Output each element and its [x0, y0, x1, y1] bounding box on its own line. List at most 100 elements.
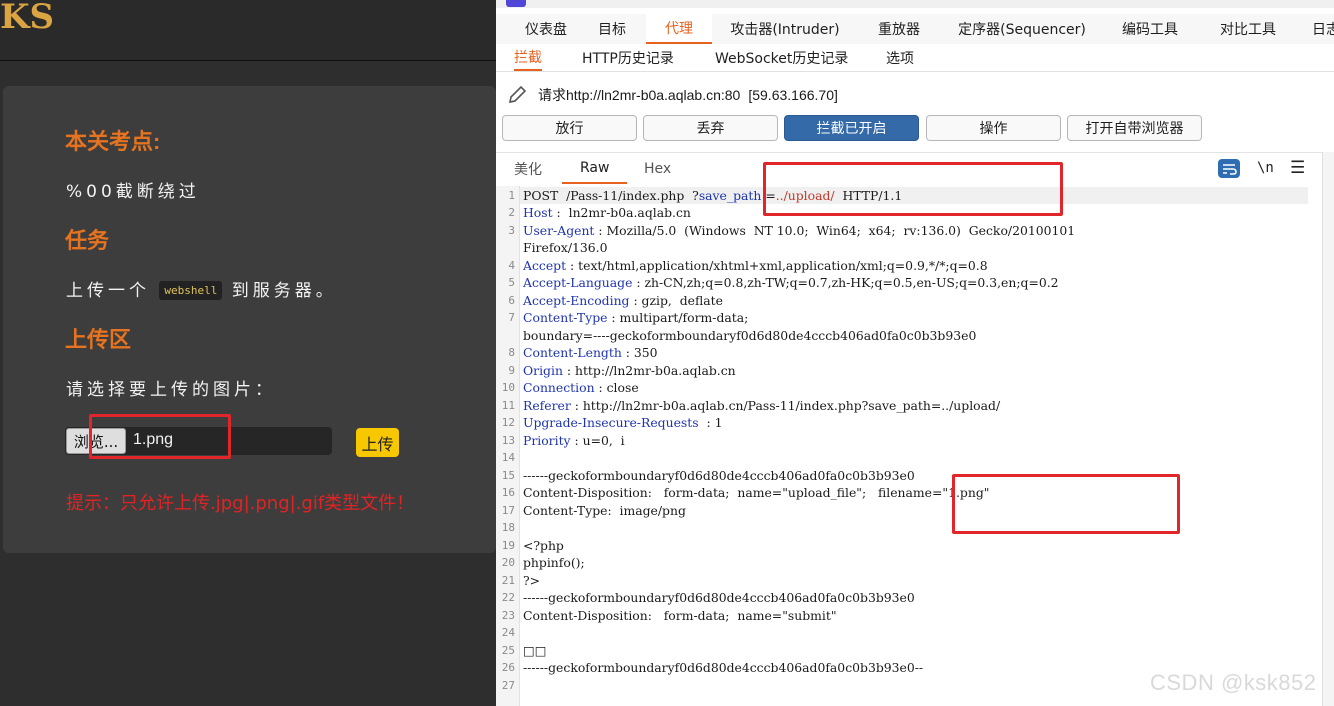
tab-options[interactable]: 选项: [886, 44, 914, 71]
tab-repeater[interactable]: 重放器: [866, 14, 932, 44]
browse-button[interactable]: 浏览...: [66, 428, 126, 454]
challenge-panel: [3, 86, 496, 553]
task-text: 上传一个 webshell 到服务器。: [66, 276, 337, 301]
body-content-disposition-file: Content-Disposition: form-data; name="up…: [523, 485, 990, 500]
line-number: 2: [508, 206, 515, 219]
body-boundary: ------geckoformboundaryf0d6d80de4cccb406…: [523, 468, 915, 483]
line-number: 8: [508, 346, 515, 359]
section-title-task: 任务: [65, 228, 110, 253]
request-ip: [59.63.166.70]: [748, 87, 838, 103]
header-content-type-boundary: boundary=----geckoformboundaryf0d6d80de4…: [523, 328, 977, 343]
line-number: 22: [501, 591, 515, 604]
file-input[interactable]: 浏览... 1.png: [65, 427, 332, 455]
line-number: 4: [508, 259, 515, 272]
header-user-agent-cont: Firefox/136.0: [523, 240, 608, 255]
line-number: 21: [501, 574, 515, 587]
intercept-toggle-button[interactable]: 拦截已开启: [784, 115, 919, 141]
line-number: 11: [501, 399, 515, 412]
raw-request-editor[interactable]: 1 2 3 4 5 6 7 8 9 10 11 12 13 14 15 16 1…: [496, 186, 1322, 706]
request-line: POST /Pass-11/index.php ?save_path =../u…: [523, 188, 903, 203]
upload-hint: 提示：只允许上传.jpg|.png|.gif类型文件！: [66, 493, 415, 514]
action-button[interactable]: 操作: [926, 115, 1061, 141]
upload-button[interactable]: 上传: [356, 428, 399, 457]
line-number: 7: [508, 311, 515, 324]
line-number: 17: [501, 504, 515, 517]
header-origin: Origin : http://ln2mr-b0a.aqlab.cn: [523, 363, 736, 378]
message-editor-tabs: 美化 Raw Hex \n ☰: [496, 152, 1322, 184]
line-number: 9: [508, 364, 515, 377]
task-prefix: 上传一个: [66, 281, 150, 301]
csdn-watermark: CSDN @ksk852: [1150, 670, 1317, 695]
editor-menu-icon[interactable]: ☰: [1290, 158, 1305, 178]
tab-comparer[interactable]: 对比工具: [1208, 14, 1288, 44]
proxy-sub-tab-bar: 拦截 HTTP历史记录 WebSocket历史记录 选项: [496, 44, 1334, 72]
wrap-lines-icon[interactable]: [1218, 159, 1240, 178]
tab-sequencer[interactable]: 定序器(Sequencer): [954, 14, 1090, 44]
tab-websocket-history[interactable]: WebSocket历史记录: [715, 44, 848, 71]
tab-target[interactable]: 目标: [588, 14, 636, 44]
page-header: KS: [0, 0, 496, 61]
tab-pretty[interactable]: 美化: [514, 153, 542, 184]
header-upgrade-insecure: Upgrade-Insecure-Requests : 1: [523, 415, 723, 430]
section-title-upload-area: 上传区: [65, 327, 132, 352]
header-priority: Priority : u=0, i: [523, 433, 625, 448]
line-number: 6: [508, 294, 515, 307]
header-connection: Connection : close: [523, 380, 639, 395]
section-title-key-point: 本关考点:: [65, 129, 161, 154]
open-browser-button[interactable]: 打开自带浏览器: [1067, 115, 1202, 141]
line-number: 27: [501, 679, 515, 692]
newline-toggle-icon[interactable]: \n: [1257, 160, 1274, 176]
body-boundary-end: ------geckoformboundaryf0d6d80de4cccb406…: [523, 660, 924, 675]
pencil-icon[interactable]: [506, 84, 528, 106]
task-suffix: 到服务器。: [231, 281, 337, 301]
line-number: 16: [501, 486, 515, 499]
header-accept: Accept : text/html,application/xhtml+xml…: [523, 258, 988, 273]
burp-app-icon: [506, 0, 526, 7]
header-content-type: Content-Type : multipart/form-data;: [523, 310, 749, 325]
body-php-code: phpinfo();: [523, 555, 585, 570]
drop-button[interactable]: 丢弃: [643, 115, 778, 141]
menu-bar: [496, 0, 1334, 8]
request-target-line: 请求http://ln2mr-b0a.aqlab.cn:80 [59.63.16…: [506, 84, 838, 106]
key-point-text: %00截断绕过: [66, 182, 200, 202]
forward-button[interactable]: 放行: [502, 115, 637, 141]
line-number: 24: [501, 626, 515, 639]
header-accept-encoding: Accept-Encoding : gzip, deflate: [523, 293, 723, 308]
line-number: 20: [501, 556, 515, 569]
task-code-chip: webshell: [159, 281, 223, 300]
line-number: 25: [501, 644, 515, 657]
tab-logger[interactable]: 日志: [1306, 14, 1334, 44]
tab-intercept[interactable]: 拦截: [514, 44, 542, 71]
tab-proxy[interactable]: 代理: [646, 14, 712, 44]
main-tab-bar: 仪表盘 目标 代理 攻击器(Intruder) 重放器 定序器(Sequence…: [496, 14, 1334, 44]
line-number: 15: [501, 469, 515, 482]
body-content-type: Content-Type: image/png: [523, 503, 686, 518]
tab-intruder[interactable]: 攻击器(Intruder): [724, 14, 846, 44]
tab-decoder[interactable]: 编码工具: [1110, 14, 1190, 44]
line-number: 18: [501, 521, 515, 534]
tab-dashboard[interactable]: 仪表盘: [506, 14, 586, 44]
header-referer: Referer : http://ln2mr-b0a.aqlab.cn/Pass…: [523, 398, 1001, 413]
choose-image-label: 请选择要上传的图片：: [66, 380, 276, 400]
line-number: 26: [501, 661, 515, 674]
line-number: 12: [501, 416, 515, 429]
tab-hex[interactable]: Hex: [644, 153, 671, 184]
tab-raw[interactable]: Raw: [562, 153, 628, 184]
body-boundary: ------geckoformboundaryf0d6d80de4cccb406…: [523, 590, 915, 605]
body-submit-value: □□: [523, 643, 547, 658]
body-php-close: ?>: [523, 573, 541, 588]
selected-file-name: 1.png: [133, 431, 174, 448]
line-number: 5: [508, 276, 515, 289]
header-host: Host : ln2mr-b0a.aqlab.cn: [523, 205, 691, 220]
request-url: 请求http://ln2mr-b0a.aqlab.cn:80: [538, 87, 741, 103]
line-number: 10: [501, 381, 515, 394]
header-accept-language: Accept-Language : zh-CN,zh;q=0.8,zh-TW;q…: [523, 275, 1059, 290]
line-number: 1: [508, 189, 515, 202]
line-number: 3: [508, 224, 515, 237]
tab-http-history[interactable]: HTTP历史记录: [582, 44, 674, 71]
editor-scrollbar[interactable]: [1322, 152, 1334, 706]
line-number: 13: [501, 434, 515, 447]
header-content-length: Content-Length : 350: [523, 345, 658, 360]
upload-lab-page: KS 本关考点: %00截断绕过 任务 上传一个 webshell 到服务器。 …: [0, 0, 496, 706]
burp-suite-window: 仪表盘 目标 代理 攻击器(Intruder) 重放器 定序器(Sequence…: [496, 0, 1334, 706]
